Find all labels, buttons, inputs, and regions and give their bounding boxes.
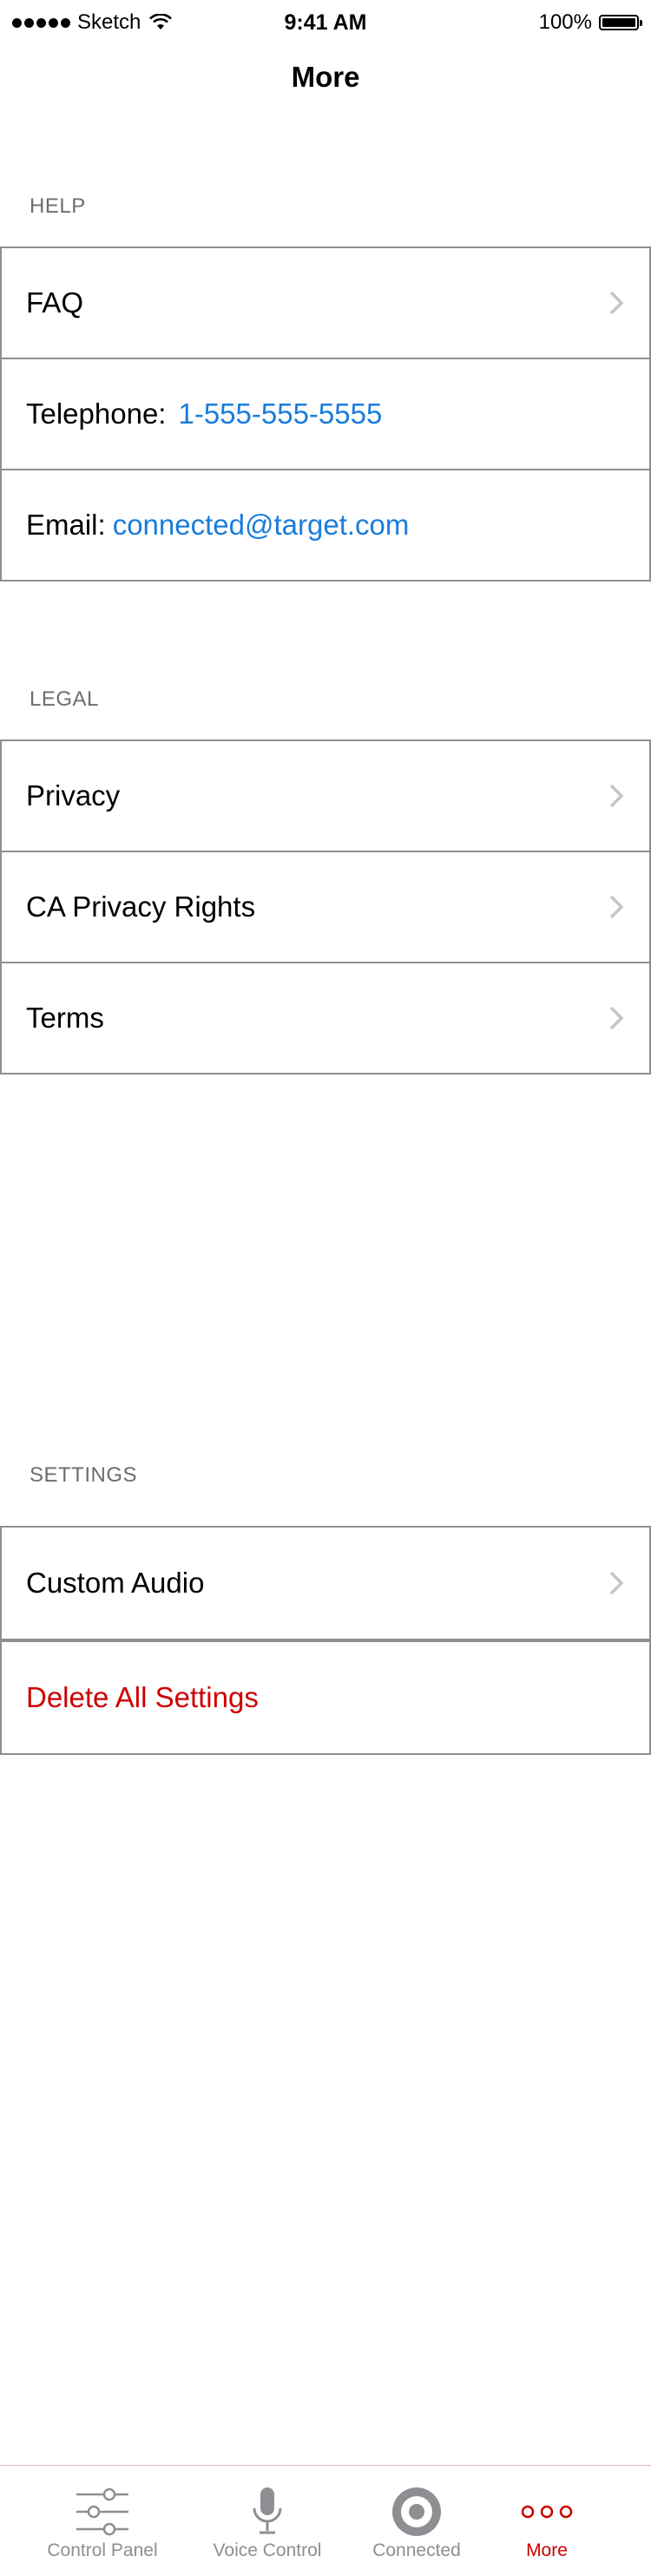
email-link[interactable]: connected@target.com — [113, 509, 410, 542]
microphone-icon — [250, 2485, 285, 2539]
tab-connected[interactable]: Connected — [347, 2466, 486, 2576]
chevron-right-icon — [609, 784, 624, 808]
tab-label: More — [526, 2540, 568, 2560]
tab-label: Connected — [372, 2540, 461, 2560]
ca-privacy-rights-row[interactable]: CA Privacy Rights — [0, 852, 651, 963]
delete-all-settings-row[interactable]: Delete All Settings — [0, 1640, 651, 1755]
more-dots-icon — [521, 2485, 573, 2539]
faq-label: FAQ — [26, 286, 84, 319]
email-row[interactable]: Email: connected@target.com — [0, 470, 651, 582]
section-header-settings: SETTINGS — [30, 1463, 138, 1487]
privacy-label: Privacy — [26, 779, 121, 812]
sliders-icon — [75, 2485, 130, 2539]
page-title: More — [291, 61, 360, 93]
legal-group: Privacy CA Privacy Rights Terms — [0, 739, 651, 1074]
faq-row[interactable]: FAQ — [0, 248, 651, 359]
tab-label: Control Panel — [47, 2540, 158, 2560]
target-icon — [391, 2485, 443, 2539]
custom-audio-label: Custom Audio — [26, 1567, 205, 1599]
settings-group: Custom Audio Delete All Settings — [0, 1526, 651, 1755]
chevron-right-icon — [609, 1571, 624, 1595]
battery-percent: 100% — [538, 10, 592, 34]
section-header-legal: LEGAL — [30, 687, 99, 711]
telephone-link[interactable]: 1-555-555-5555 — [178, 398, 382, 430]
tab-voice-control[interactable]: Voice Control — [189, 2466, 345, 2576]
status-bar: Sketch 9:41 AM 100% — [0, 0, 651, 35]
telephone-row[interactable]: Telephone: 1-555-555-5555 — [0, 359, 651, 470]
tab-bar: Control Panel Voice Control Connected Mo… — [0, 2465, 651, 2576]
battery-icon — [599, 15, 642, 30]
terms-label: Terms — [26, 1002, 104, 1034]
ca-privacy-rights-label: CA Privacy Rights — [26, 890, 256, 923]
chevron-right-icon — [609, 291, 624, 315]
tab-more[interactable]: More — [495, 2466, 599, 2576]
telephone-label: Telephone: — [26, 398, 167, 430]
terms-row[interactable]: Terms — [0, 963, 651, 1074]
status-right: 100% — [538, 10, 642, 35]
chevron-right-icon — [609, 1006, 624, 1030]
help-group: FAQ Telephone: 1-555-555-5555 Email: con… — [0, 246, 651, 582]
chevron-right-icon — [609, 895, 624, 919]
email-label: Email: — [26, 509, 106, 541]
tab-label: Voice Control — [213, 2540, 322, 2560]
privacy-row[interactable]: Privacy — [0, 741, 651, 852]
section-header-help: HELP — [30, 194, 86, 218]
tab-control-panel[interactable]: Control Panel — [26, 2466, 179, 2576]
delete-all-settings-label: Delete All Settings — [26, 1681, 259, 1713]
custom-audio-row[interactable]: Custom Audio — [0, 1528, 651, 1640]
